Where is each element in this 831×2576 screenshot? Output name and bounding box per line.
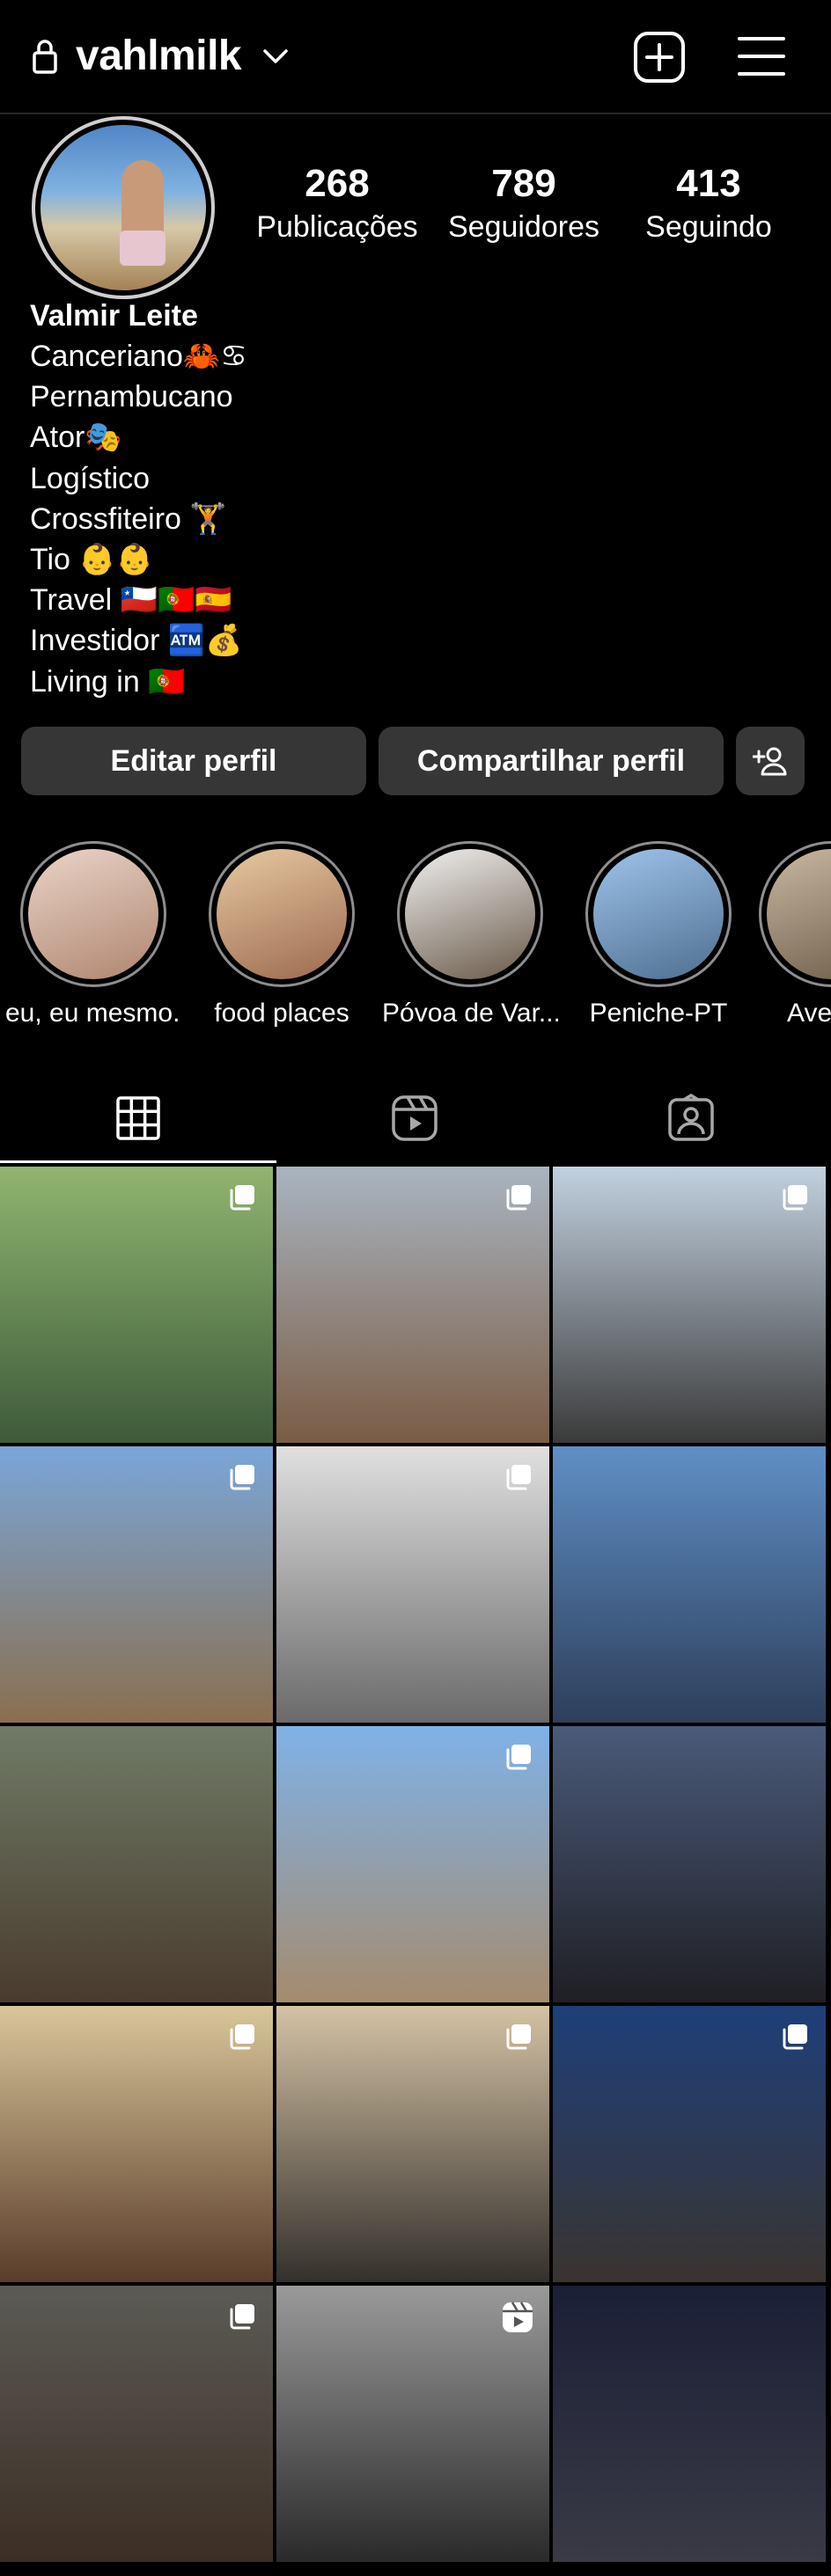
bio-line: Canceriano🦀♋ <box>30 340 247 373</box>
carousel-icon <box>504 2022 533 2052</box>
post-thumbnail[interactable] <box>553 2286 826 2562</box>
bio-line: Crossfiteiro 🏋 <box>30 501 227 536</box>
carousel-icon <box>780 2022 810 2052</box>
highlight-item[interactable]: eu, eu mesmo.. <box>5 841 181 1031</box>
carousel-icon <box>504 1462 533 1492</box>
reel-icon <box>500 2300 535 2335</box>
following-count-value: 413 <box>676 162 741 205</box>
highlight-cover <box>593 849 724 979</box>
profile-bio: Valmir Leite Canceriano🦀♋ Pernambucano A… <box>30 296 787 702</box>
highlight-label: Ave <box>787 999 831 1028</box>
top-bar: vahlmilk <box>0 0 831 114</box>
post-thumbnail[interactable] <box>553 1446 826 1723</box>
highlight-item[interactable]: Póvoa de Var... <box>382 841 558 1031</box>
post-thumbnail[interactable] <box>553 1726 826 2002</box>
profile-tabs <box>0 1073 831 1163</box>
post-thumbnail[interactable] <box>276 1167 549 1443</box>
profile-name: Valmir Leite <box>30 299 198 333</box>
post-thumbnail[interactable] <box>276 2286 549 2562</box>
bio-line: Travel 🇨🇱🇵🇹🇪🇸 <box>30 583 232 618</box>
posts-count-label: Publicações <box>256 210 418 244</box>
edit-profile-button[interactable]: Editar perfil <box>21 727 366 795</box>
following-count-label: Seguindo <box>645 210 772 244</box>
highlight-label: Póvoa de Var... <box>382 999 558 1028</box>
highlight-item[interactable]: food places <box>194 841 370 1031</box>
post-thumbnail[interactable] <box>553 1167 826 1443</box>
highlight-label: eu, eu mesmo.. <box>5 999 181 1028</box>
following-count[interactable]: 413 Seguindo <box>639 160 778 246</box>
followers-count-value: 789 <box>491 162 556 205</box>
bio-line: Living in 🇵🇹 <box>30 664 186 699</box>
reels-icon <box>392 1095 438 1141</box>
carousel-icon <box>227 1462 257 1492</box>
highlight-cover <box>405 849 535 979</box>
carousel-icon <box>227 2302 257 2331</box>
post-thumbnail[interactable] <box>0 1167 273 1443</box>
username-switcher[interactable]: vahlmilk <box>76 30 242 83</box>
posts-count[interactable]: 268 Publicações <box>255 160 419 246</box>
posts-count-value: 268 <box>305 162 370 205</box>
bio-line: Investidor 🏧💰 <box>30 624 243 658</box>
followers-count[interactable]: 789 Seguidores <box>440 160 607 246</box>
highlight-item[interactable]: Ave <box>759 841 831 1031</box>
post-thumbnail[interactable] <box>0 2286 273 2562</box>
highlight-cover <box>217 849 347 979</box>
add-person-icon <box>753 747 787 776</box>
post-thumbnail[interactable] <box>0 1446 273 1723</box>
discover-people-button[interactable] <box>736 727 805 795</box>
active-tab-indicator <box>0 1160 276 1163</box>
carousel-icon <box>780 1182 810 1212</box>
carousel-icon <box>504 1182 533 1212</box>
post-thumbnail[interactable] <box>553 2006 826 2282</box>
chevron-down-icon[interactable] <box>261 44 290 69</box>
story-highlights: eu, eu mesmo.. food places Póvoa de Var.… <box>0 841 831 1035</box>
tab-tagged[interactable] <box>553 1073 829 1163</box>
highlight-cover <box>28 849 158 979</box>
post-thumbnail[interactable] <box>276 2006 549 2282</box>
profile-avatar[interactable] <box>32 116 215 299</box>
avatar-image <box>40 125 206 290</box>
carousel-icon <box>227 1182 257 1212</box>
post-thumbnail[interactable] <box>0 1726 273 2002</box>
share-profile-button[interactable]: Compartilhar perfil <box>379 727 724 795</box>
tagged-icon <box>668 1094 714 1141</box>
post-thumbnail[interactable] <box>276 1446 549 1723</box>
carousel-icon <box>227 2022 257 2052</box>
create-post-icon[interactable] <box>632 30 687 84</box>
carousel-icon <box>504 1742 533 1772</box>
bio-line: Ator🎭 <box>30 421 122 455</box>
bio-line: Logístico <box>30 461 151 495</box>
tab-posts-grid[interactable] <box>0 1073 276 1163</box>
followers-count-label: Seguidores <box>447 210 599 244</box>
tab-reels[interactable] <box>276 1073 553 1163</box>
highlight-label: Peniche-PT <box>589 999 728 1028</box>
post-thumbnail[interactable] <box>0 2006 273 2282</box>
post-thumbnail[interactable] <box>276 1726 549 2002</box>
bio-line: Pernambucano <box>30 380 233 414</box>
grid-icon <box>116 1096 160 1140</box>
lock-icon <box>33 40 57 74</box>
highlight-item[interactable]: Peniche-PT <box>570 841 746 1031</box>
highlight-cover <box>767 849 831 979</box>
highlight-label: food places <box>214 999 349 1028</box>
menu-icon[interactable] <box>736 33 787 79</box>
bio-line: Tio 👶👶 <box>30 543 154 577</box>
